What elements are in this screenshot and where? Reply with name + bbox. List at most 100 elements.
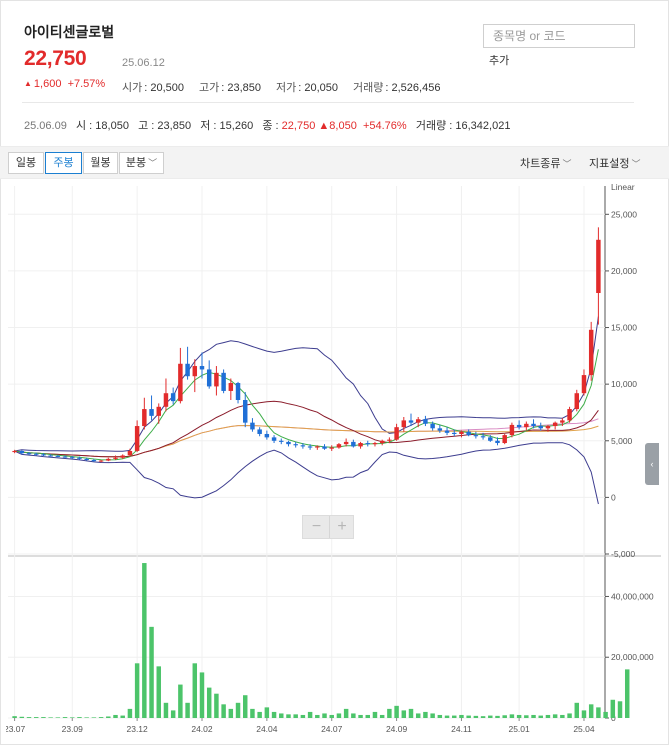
x-tick-label: 24.11 xyxy=(451,724,472,734)
candle-body xyxy=(488,437,493,441)
price-tick-label: 10,000 xyxy=(611,379,637,389)
price-tick-label: 20,000 xyxy=(611,266,637,276)
volume-bar xyxy=(199,672,205,718)
chevron-down-icon: ﹀ xyxy=(148,158,158,168)
candle-body xyxy=(372,443,378,445)
volume-bar xyxy=(531,714,536,718)
volume-bar xyxy=(437,714,443,718)
price-tick-label: 25,000 xyxy=(611,209,637,219)
volume-bar xyxy=(33,717,39,718)
volume-bar xyxy=(372,711,378,718)
volume-bar xyxy=(473,715,479,718)
volume-bar xyxy=(624,669,630,718)
volume-bar xyxy=(221,704,226,718)
weekly-open: 18,050 xyxy=(95,120,129,132)
candle-body xyxy=(365,443,370,445)
stock-search-input[interactable] xyxy=(483,24,635,48)
volume-bar xyxy=(596,707,601,718)
chart-area[interactable]: 25,000 20,000 15,000 10,000 5,000 0 -5,000 40,0… xyxy=(6,182,661,745)
volume-bar xyxy=(459,714,464,718)
candle-body xyxy=(84,458,89,461)
candle-body xyxy=(538,426,543,429)
candle-body xyxy=(170,393,176,402)
candle-body xyxy=(286,441,291,445)
x-tick-label: 23.09 xyxy=(62,724,84,734)
candle-body xyxy=(120,455,125,458)
candle-body xyxy=(581,375,587,394)
candle-body xyxy=(134,426,140,451)
volume-bar xyxy=(48,717,53,718)
volume-bar xyxy=(610,699,616,718)
tab-monthly[interactable]: 월봉 xyxy=(83,152,118,174)
volume-bar xyxy=(343,708,349,718)
candle-body xyxy=(423,419,428,424)
volume-bar xyxy=(243,695,248,718)
candle-body xyxy=(33,453,39,455)
weekly-high: 23,850 xyxy=(157,120,192,132)
candle-body xyxy=(228,383,234,391)
volume-bar xyxy=(156,666,161,718)
candle-body xyxy=(91,460,97,462)
chart-type-menu[interactable]: 차트종류 ﹀ xyxy=(520,155,572,171)
candle-body xyxy=(351,441,356,447)
weekly-change-pct: +54.76% xyxy=(362,120,407,132)
volume-bar xyxy=(235,702,241,718)
candle-body xyxy=(401,420,407,428)
candle-body xyxy=(444,430,450,433)
up-triangle-icon: ▲ xyxy=(318,120,330,132)
x-tick-label: 24.04 xyxy=(256,724,278,734)
volume-bar xyxy=(206,687,212,718)
volume-bar xyxy=(588,704,594,718)
tab-daily[interactable]: 일봉 xyxy=(8,152,44,174)
volume-bar xyxy=(495,715,500,718)
candle-body xyxy=(257,429,262,434)
candle-body xyxy=(185,363,190,377)
candle-body xyxy=(127,450,133,456)
volume-bar xyxy=(228,708,234,718)
candle-body xyxy=(250,422,255,430)
volume-bar xyxy=(574,702,580,718)
volume-bar xyxy=(430,713,435,718)
volume-bar xyxy=(444,715,450,718)
tab-minute[interactable]: 분봉 ﹀ xyxy=(119,152,164,174)
volume-bar xyxy=(55,717,61,718)
indicator-settings-menu[interactable]: 지표설정 ﹀ xyxy=(589,155,641,171)
tab-weekly[interactable]: 주봉 xyxy=(45,152,82,174)
volume-bar xyxy=(617,701,623,718)
volume-bar xyxy=(293,714,298,718)
candle-body xyxy=(473,435,479,437)
candle-body xyxy=(466,431,471,436)
price-volume-chart[interactable]: 25,000 20,000 15,000 10,000 5,000 0 -5,000 40,0… xyxy=(6,182,661,745)
candle-body xyxy=(293,444,298,446)
candle-body xyxy=(264,433,270,438)
weekly-change-abs: 8,050 xyxy=(329,120,357,132)
side-panel-toggle[interactable]: ‹ xyxy=(645,443,659,485)
volume-bar xyxy=(163,702,169,718)
candle-body xyxy=(588,329,594,376)
candle-body xyxy=(12,450,17,453)
volume-bar xyxy=(178,684,183,718)
candle-body xyxy=(178,363,183,402)
up-triangle-icon: ▲ xyxy=(24,79,32,88)
candle-body xyxy=(574,393,580,410)
volume-bar xyxy=(603,711,608,718)
candle-body xyxy=(509,424,515,436)
candle-body xyxy=(394,427,399,440)
add-stock-button[interactable]: 추가 xyxy=(489,52,509,68)
zoom-in-button[interactable]: + xyxy=(329,516,354,538)
volume-bar xyxy=(271,711,277,718)
price-tick-label: 5,000 xyxy=(611,436,633,446)
price-plot-bg xyxy=(8,186,605,554)
volume-bar xyxy=(351,713,356,718)
candle-body xyxy=(315,446,320,448)
candle-body xyxy=(26,453,32,455)
zoom-out-button[interactable]: − xyxy=(304,516,329,538)
candle-body xyxy=(567,409,572,421)
volume-bar xyxy=(91,717,97,718)
volume-bar xyxy=(581,710,587,718)
volume-bar xyxy=(149,626,154,718)
candle-body xyxy=(243,400,248,423)
volume-bar xyxy=(545,714,551,718)
volume-bar xyxy=(62,717,68,718)
chart-toolbar: 일봉 주봉 월봉 분봉 ﹀ 차트종류 ﹀ 지표설정 ﹀ xyxy=(0,146,669,179)
